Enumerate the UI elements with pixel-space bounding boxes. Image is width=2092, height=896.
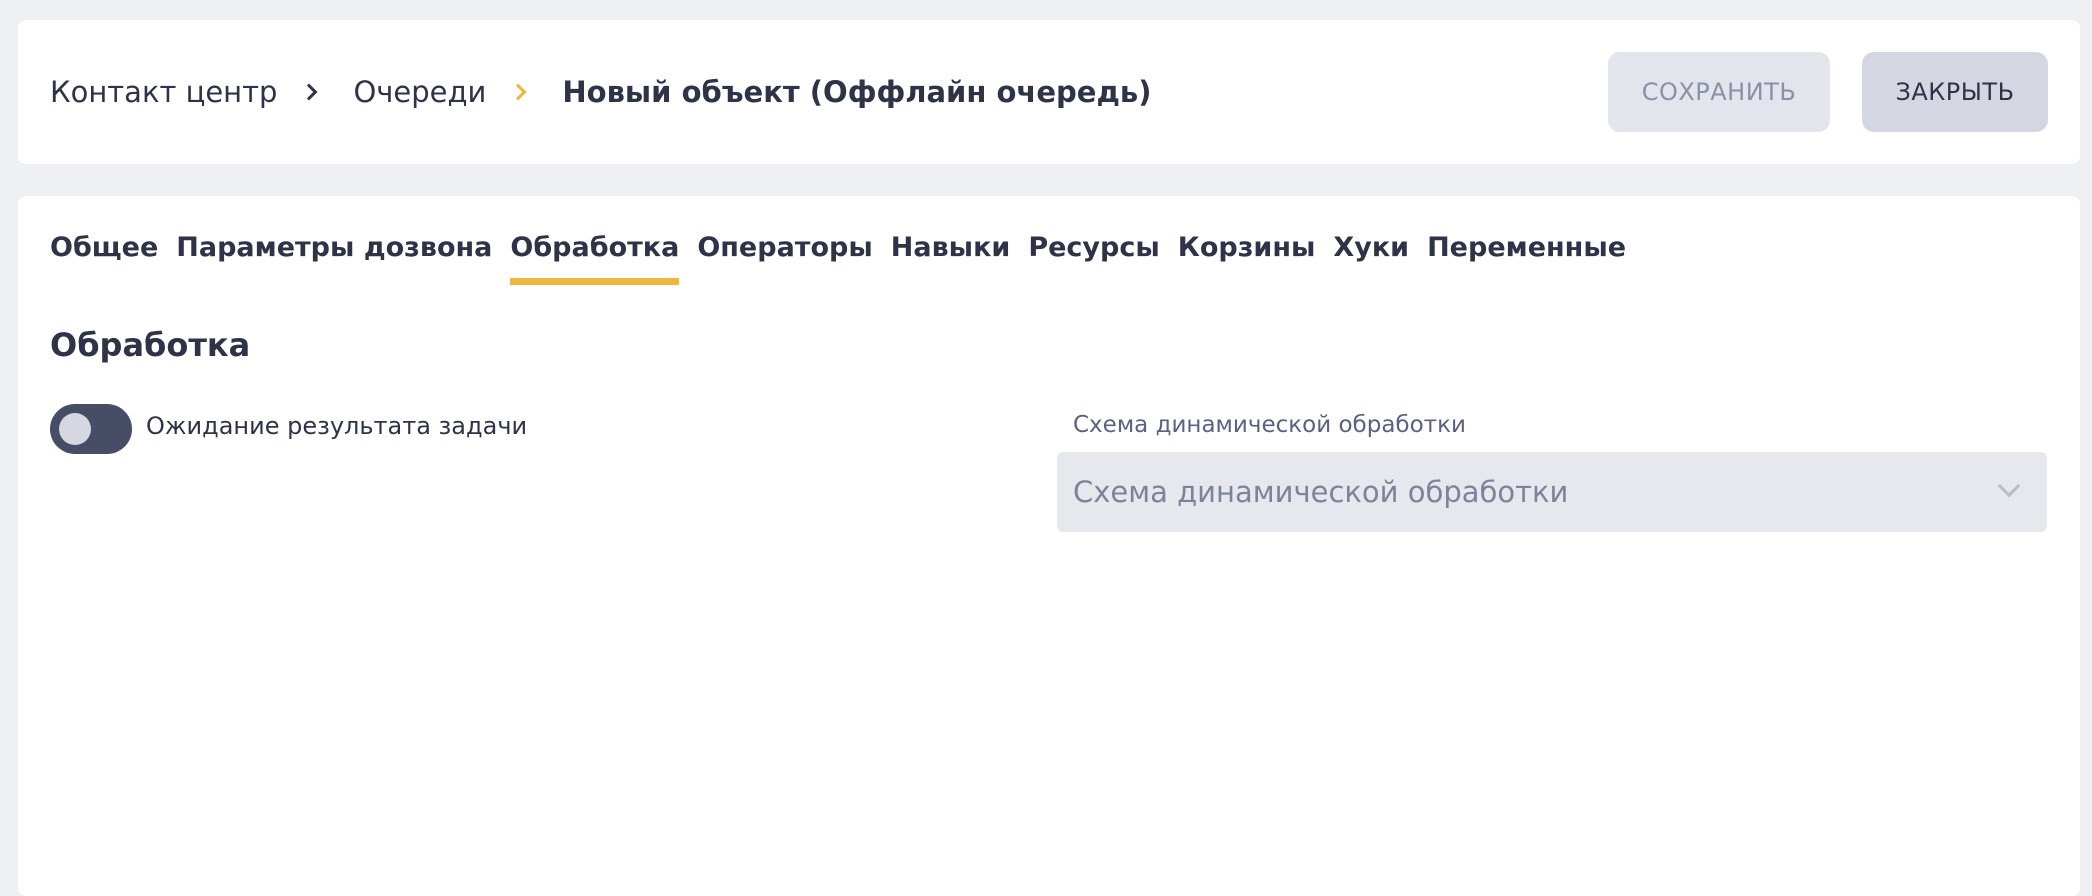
breadcrumb-current: Новый объект (Оффлайн очередь) (562, 75, 1152, 109)
wait-result-toggle-label: Ожидание результата задачи (146, 412, 528, 440)
tab-operators[interactable]: Операторы (697, 232, 872, 285)
wait-result-toggle[interactable] (50, 404, 132, 454)
dynamic-scheme-placeholder: Схема динамической обработки (1073, 475, 1569, 509)
tab-variables[interactable]: Переменные (1427, 232, 1626, 285)
breadcrumb-item-contact-center[interactable]: Контакт центр (50, 75, 277, 109)
dynamic-scheme-label: Схема динамической обработки (1073, 412, 1466, 438)
header-bar: Контакт центр Очереди Новый объект (Оффл… (18, 20, 2080, 164)
section-title: Обработка (50, 326, 251, 364)
breadcrumb-item-queues[interactable]: Очереди (353, 75, 486, 109)
tab-skills[interactable]: Навыки (891, 232, 1011, 285)
chevron-down-icon (1997, 474, 2021, 498)
tab-processing[interactable]: Обработка (510, 232, 679, 285)
toggle-knob (59, 413, 91, 445)
dynamic-scheme-select[interactable]: Схема динамической обработки (1057, 452, 2047, 532)
tab-bar: Общее Параметры дозвона Обработка Операт… (50, 232, 1626, 285)
tab-dial-params[interactable]: Параметры дозвона (176, 232, 492, 285)
chevron-right-icon (509, 83, 527, 101)
main-panel: Общее Параметры дозвона Обработка Операт… (18, 196, 2080, 896)
save-button[interactable]: СОХРАНИТЬ (1608, 52, 1830, 132)
close-button[interactable]: ЗАКРЫТЬ (1862, 52, 2048, 132)
chevron-right-icon (300, 83, 318, 101)
tab-general[interactable]: Общее (50, 232, 158, 285)
tab-resources[interactable]: Ресурсы (1028, 232, 1159, 285)
tab-hooks[interactable]: Хуки (1333, 232, 1409, 285)
tab-baskets[interactable]: Корзины (1178, 232, 1316, 285)
breadcrumb: Контакт центр Очереди Новый объект (Оффл… (50, 20, 1151, 164)
